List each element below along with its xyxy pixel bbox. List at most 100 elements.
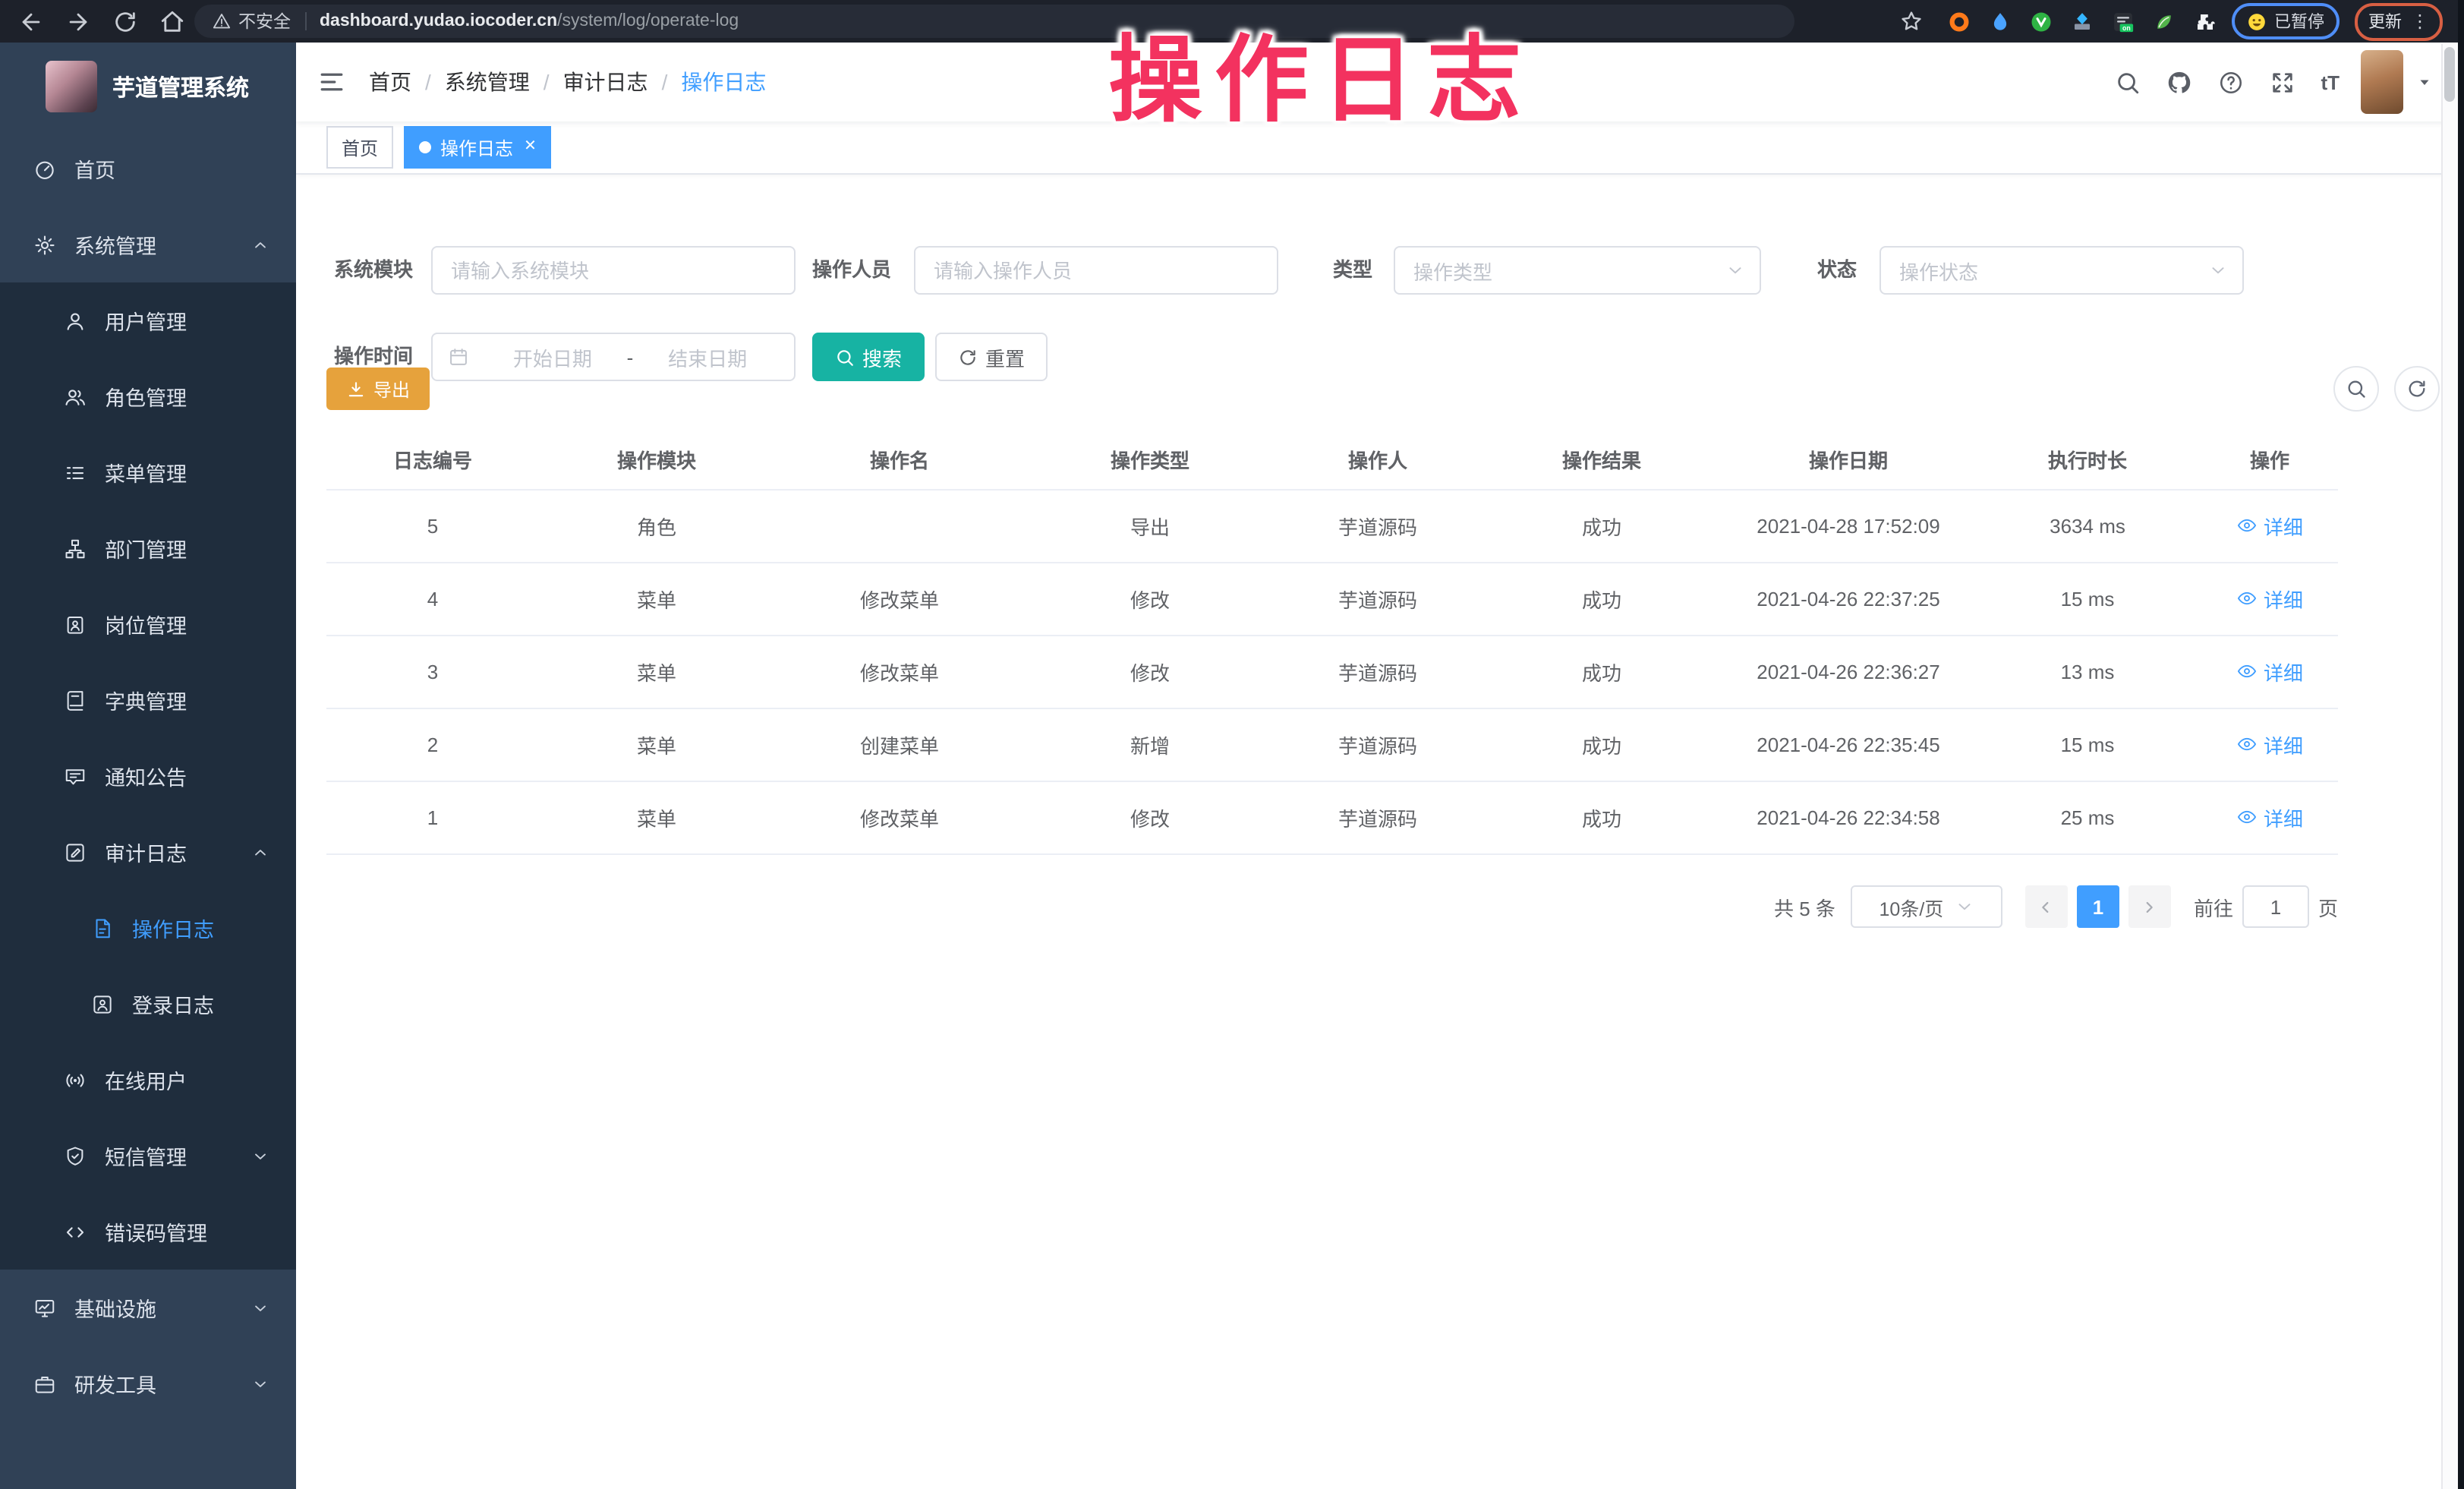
tab-operate-log[interactable]: 操作日志✕ <box>404 126 552 169</box>
status-select-placeholder: 操作状态 <box>1899 256 1978 285</box>
sidebar-item-infrastructure[interactable]: 基础设施 <box>0 1270 296 1345</box>
table-cell: 13 ms <box>1974 636 2201 708</box>
next-page-button[interactable] <box>2128 885 2171 928</box>
export-button[interactable]: 导出 <box>326 368 430 410</box>
sidebar-item-error-code-management[interactable]: 错误码管理 <box>0 1194 296 1270</box>
extension-icons: on <box>1948 10 2217 33</box>
forward-icon[interactable] <box>65 8 91 34</box>
paused-extension-badge[interactable]: 已暂停 <box>2232 3 2340 39</box>
caret-down-icon[interactable] <box>2415 73 2434 91</box>
sidebar-item-sms-management[interactable]: 短信管理 <box>0 1118 296 1194</box>
breadcrumb-item[interactable]: 审计日志 <box>563 67 648 97</box>
search-icon[interactable] <box>2114 69 2140 95</box>
hamburger-icon[interactable] <box>317 68 346 96</box>
puzzle-extension-icon[interactable] <box>2194 10 2217 33</box>
status-select[interactable]: 操作状态 <box>1880 246 2244 295</box>
close-icon[interactable]: ✕ <box>524 140 537 155</box>
table-cell: 修改菜单 <box>774 563 1025 636</box>
sidebar-item-role-management[interactable]: 角色管理 <box>0 358 296 434</box>
detail-link[interactable]: 详细 <box>2236 512 2303 541</box>
avatar[interactable] <box>2361 50 2403 114</box>
type-select-placeholder: 操作类型 <box>1413 256 1492 285</box>
sidebar-item-label: 登录日志 <box>132 989 214 1019</box>
blue-drop-extension-icon[interactable] <box>1989 10 2012 33</box>
table-cell: 2021-04-26 22:35:45 <box>1723 708 1974 781</box>
column-header: 操作人 <box>1275 428 1480 490</box>
module-input[interactable] <box>431 246 796 295</box>
breadcrumb-item[interactable]: 首页 <box>369 67 411 97</box>
eye-icon <box>2236 661 2258 683</box>
reset-button[interactable]: 重置 <box>935 333 1048 381</box>
sidebar-item-dict-management[interactable]: 字典管理 <box>0 662 296 738</box>
table-cell: 2021-04-28 17:52:09 <box>1723 490 1974 563</box>
app-logo-row[interactable]: 芋道管理系统 <box>0 43 296 131</box>
emoji-face-icon <box>2247 11 2267 31</box>
search-icon <box>2346 378 2367 399</box>
sidebar-item-notice-announcement[interactable]: 通知公告 <box>0 738 296 814</box>
sidebar-item-dept-management[interactable]: 部门管理 <box>0 510 296 586</box>
orange-ring-extension-icon[interactable] <box>1948 10 1971 33</box>
pagination: 共 5 条 10条/页 1 前往 页 <box>326 885 2338 928</box>
navbar-actions: tT <box>2088 43 2434 121</box>
browser-update-button[interactable]: 更新 ⋮ <box>2355 2 2443 40</box>
page-number-button[interactable]: 1 <box>2077 885 2119 928</box>
blue-gem-extension-icon[interactable] <box>2071 10 2094 33</box>
operator-input[interactable] <box>914 246 1278 295</box>
search-button[interactable]: 搜索 <box>812 333 925 381</box>
sidebar-item-audit-log[interactable]: 审计日志 <box>0 814 296 890</box>
sidebar-item-dev-tools[interactable]: 研发工具 <box>0 1345 296 1421</box>
detail-link[interactable]: 详细 <box>2236 658 2303 686</box>
detail-link[interactable]: 详细 <box>2236 585 2303 614</box>
goto-label: 前往 <box>2194 892 2233 921</box>
fullscreen-icon[interactable] <box>2269 69 2295 95</box>
breadcrumb-item: 操作日志 <box>681 67 766 97</box>
reload-icon[interactable] <box>112 8 138 34</box>
search-button-label: 搜索 <box>862 342 902 371</box>
announcement-icon <box>64 765 87 787</box>
module-label: 系统模块 <box>326 246 413 295</box>
address-bar[interactable]: 不安全 dashboard.yudao.iocoder.cn/system/lo… <box>194 5 1794 38</box>
back-icon[interactable] <box>18 8 44 34</box>
sidebar: 芋道管理系统 首页系统管理用户管理角色管理菜单管理部门管理岗位管理字典管理通知公… <box>0 43 296 1489</box>
sidebar-item-post-management[interactable]: 岗位管理 <box>0 586 296 662</box>
app-title: 芋道管理系统 <box>112 71 249 103</box>
page-content: 系统模块 操作人员 类型 操作类型 状态 操作状态 操作时间 开 <box>296 173 2464 1489</box>
dark-on-extension-icon[interactable]: on <box>2112 10 2135 33</box>
github-icon[interactable] <box>2166 69 2191 95</box>
detail-link[interactable]: 详细 <box>2236 803 2303 832</box>
sidebar-item-login-log[interactable]: 登录日志 <box>0 966 296 1042</box>
browser-nav-buttons <box>0 8 185 34</box>
sidebar-item-user-management[interactable]: 用户管理 <box>0 282 296 358</box>
scrollbar-thumb[interactable] <box>2444 47 2455 102</box>
refresh-icon <box>958 347 978 367</box>
sidebar-item-home[interactable]: 首页 <box>0 131 296 207</box>
eye-icon <box>2236 734 2258 756</box>
sidebar-item-menu-management[interactable]: 菜单管理 <box>0 434 296 510</box>
tab-home[interactable]: 首页 <box>326 126 393 169</box>
breadcrumb-item[interactable]: 系统管理 <box>445 67 530 97</box>
table-cell: 详细 <box>2201 563 2338 636</box>
page-size-value: 10条/页 <box>1880 892 1944 921</box>
sidebar-item-online-users[interactable]: 在线用户 <box>0 1042 296 1118</box>
type-select[interactable]: 操作类型 <box>1394 246 1761 295</box>
table-cell: 修改 <box>1025 563 1275 636</box>
green-v-extension-icon[interactable] <box>2030 10 2053 33</box>
sidebar-item-system-management[interactable]: 系统管理 <box>0 207 296 282</box>
green-leaf-extension-icon[interactable] <box>2153 10 2176 33</box>
date-range-picker[interactable]: 开始日期 - 结束日期 <box>431 333 796 381</box>
prev-page-button[interactable] <box>2025 885 2068 928</box>
goto-page-input[interactable] <box>2242 885 2309 928</box>
refresh-table-button[interactable] <box>2394 366 2440 412</box>
page-size-select[interactable]: 10条/页 <box>1851 885 2002 928</box>
home-icon[interactable] <box>159 8 185 34</box>
toggle-search-button[interactable] <box>2333 366 2379 412</box>
sidebar-item-operate-log[interactable]: 操作日志 <box>0 890 296 966</box>
table-cell: 菜单 <box>539 563 774 636</box>
bookmark-star-icon[interactable] <box>1899 9 1924 33</box>
detail-link[interactable]: 详细 <box>2236 730 2303 759</box>
gear-icon <box>33 233 56 256</box>
font-size-icon[interactable]: tT <box>2321 71 2340 93</box>
browser-menu-icon[interactable]: ⋮ <box>2411 11 2429 32</box>
eye-icon <box>2236 807 2258 828</box>
help-icon[interactable] <box>2217 69 2243 95</box>
